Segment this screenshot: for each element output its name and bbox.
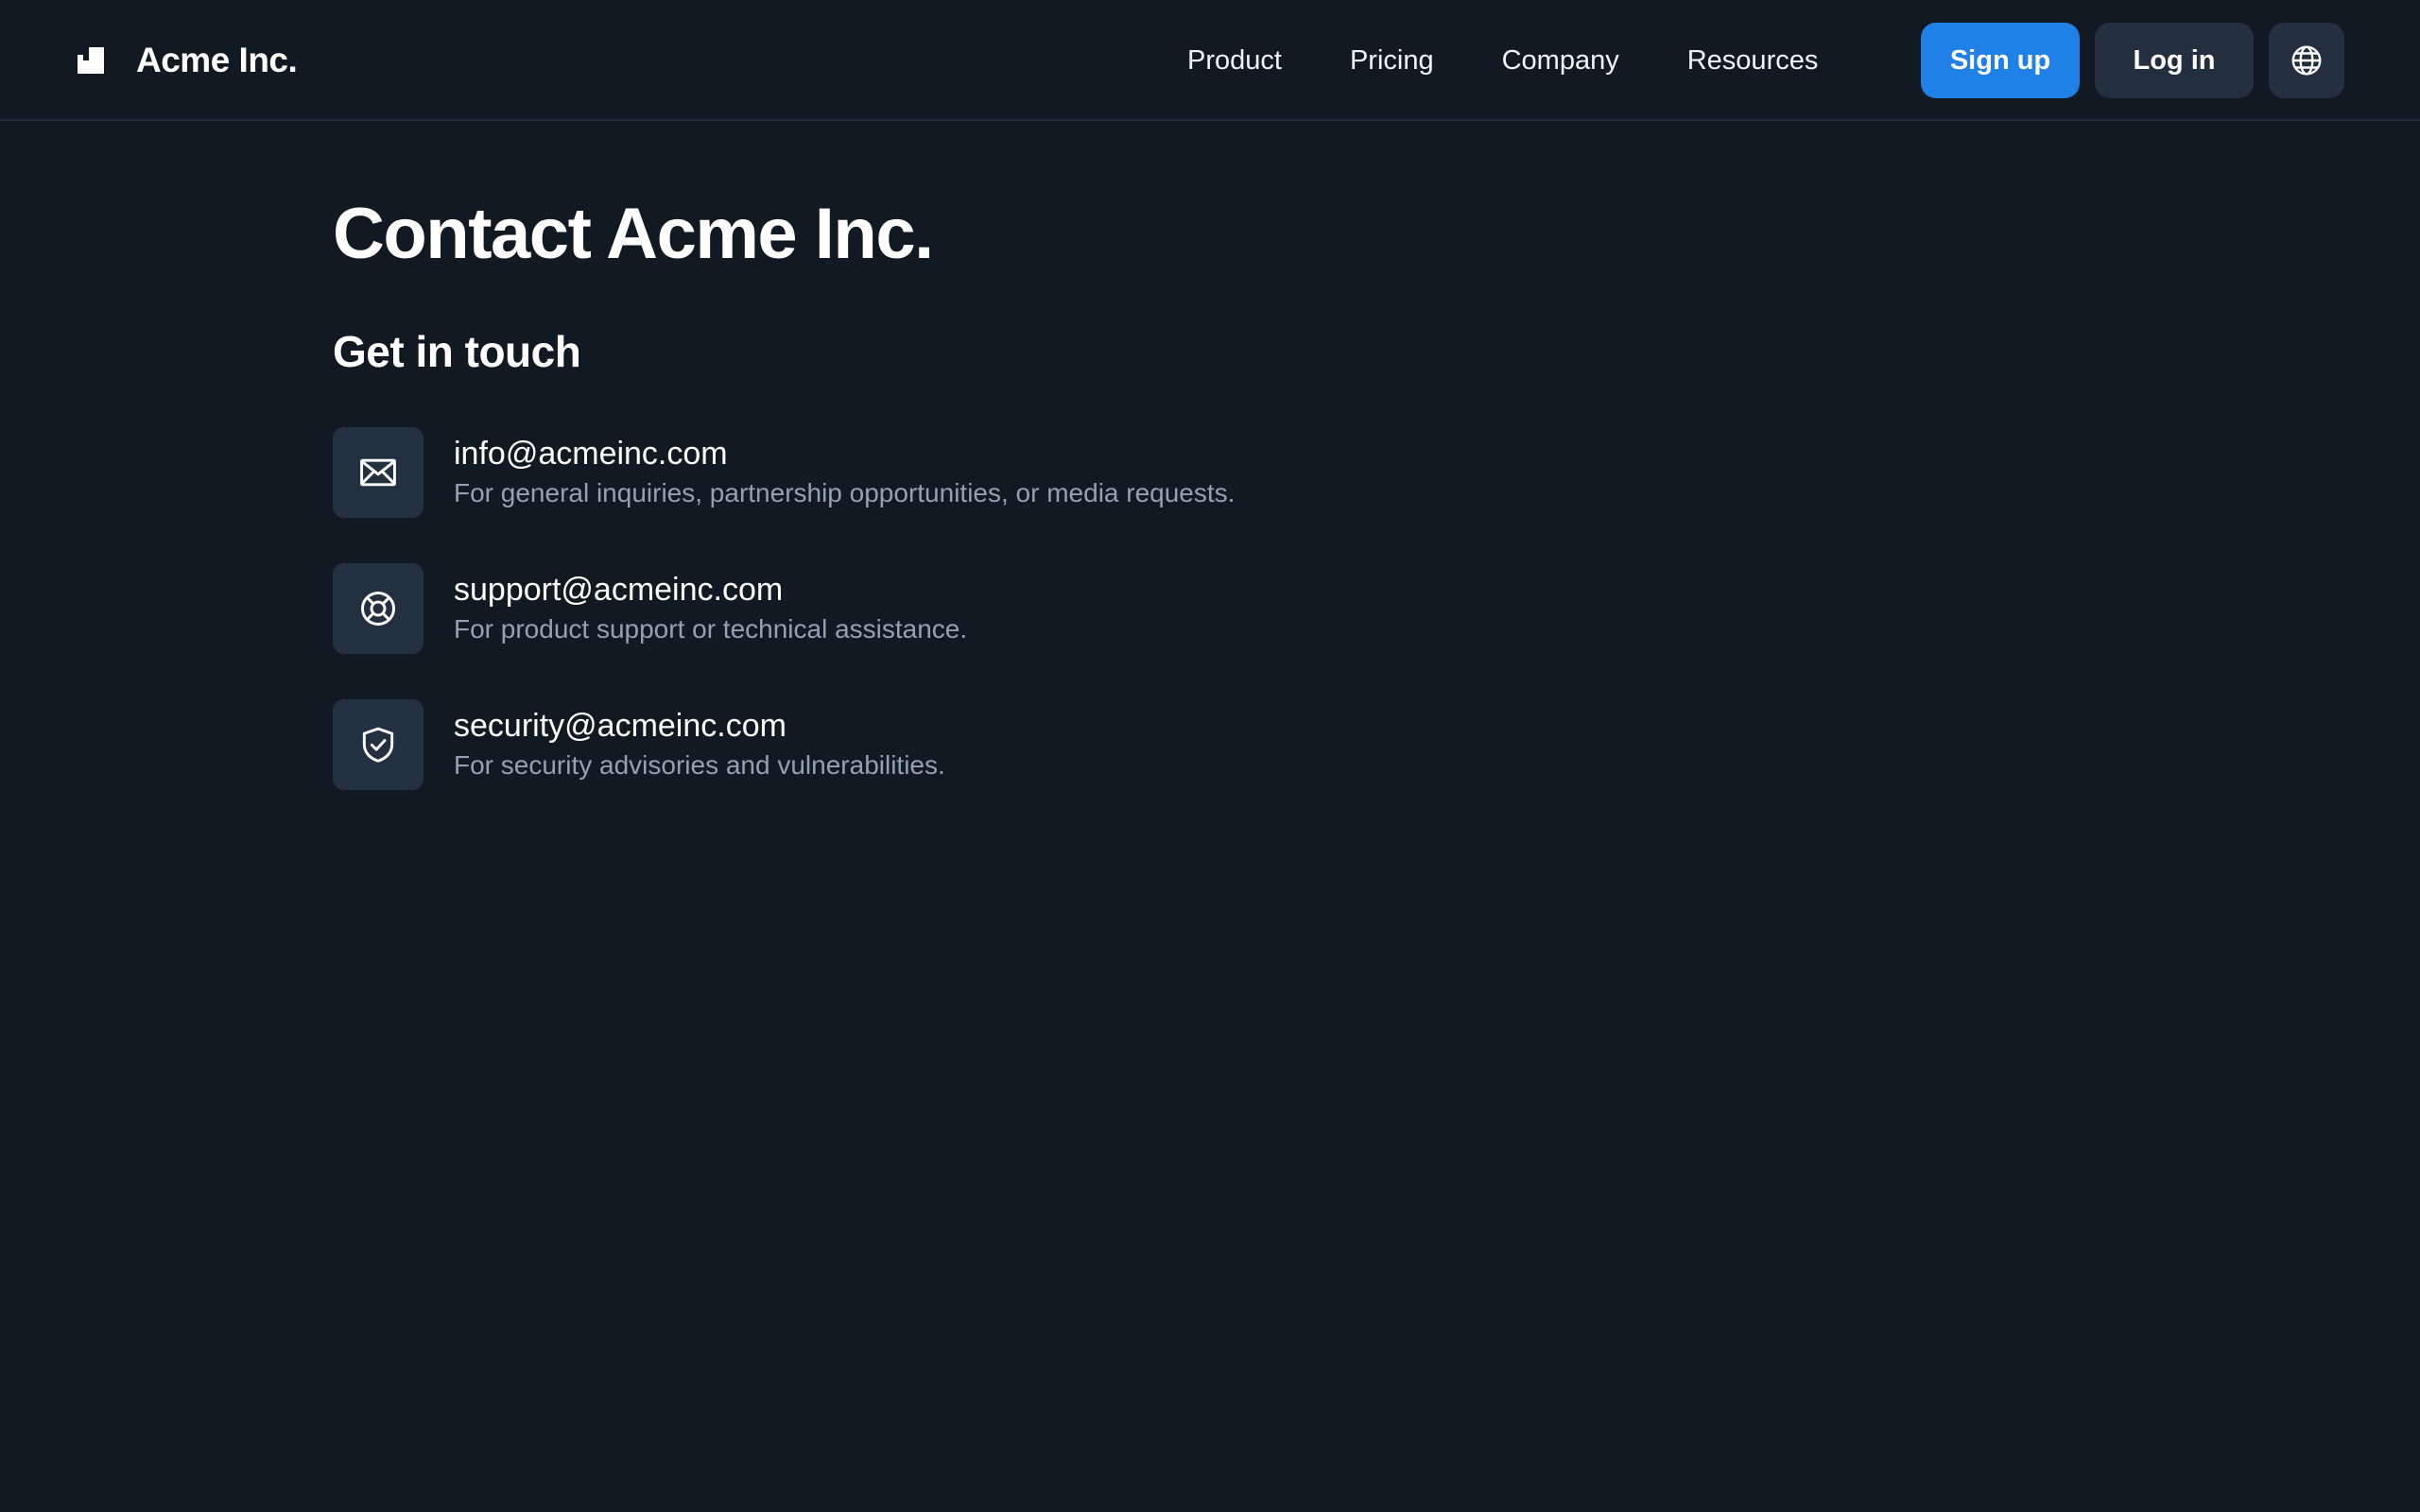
mail-icon bbox=[360, 458, 396, 487]
globe-icon bbox=[2291, 45, 2322, 76]
shield-check-icon bbox=[362, 727, 394, 763]
contact-item-support: support@acmeinc.com For product support … bbox=[333, 563, 2034, 654]
brand-logo[interactable]: Acme Inc. bbox=[78, 40, 298, 81]
contact-page: Contact Acme Inc. Get in touch info@acme… bbox=[333, 189, 2034, 835]
nav-company[interactable]: Company bbox=[1502, 38, 1619, 83]
brand-name: Acme Inc. bbox=[136, 41, 298, 79]
contact-description: For security advisories and vulnerabilit… bbox=[454, 750, 945, 780]
contact-description: For product support or technical assista… bbox=[454, 614, 968, 644]
contact-item-security: security@acmeinc.com For security adviso… bbox=[333, 699, 2034, 790]
nav-resources[interactable]: Resources bbox=[1687, 38, 1819, 83]
contact-email-link[interactable]: support@acmeinc.com bbox=[454, 570, 967, 610]
contact-text: security@acmeinc.com For security adviso… bbox=[454, 706, 945, 783]
lifebuoy-icon bbox=[361, 592, 395, 626]
contact-item-info: info@acmeinc.com For general inquiries, … bbox=[333, 427, 2034, 518]
contact-icon-tile bbox=[333, 427, 424, 518]
site-header: Acme Inc. Product Pricing Company Resour… bbox=[0, 0, 2420, 121]
contact-icon-tile bbox=[333, 563, 424, 654]
contact-icon-tile bbox=[333, 699, 424, 790]
nav-pricing[interactable]: Pricing bbox=[1350, 38, 1434, 83]
section-title: Get in touch bbox=[333, 327, 581, 376]
sign-up-button[interactable]: Sign up bbox=[1921, 23, 2080, 98]
language-button[interactable] bbox=[2269, 23, 2344, 98]
contact-email-link[interactable]: security@acmeinc.com bbox=[454, 706, 945, 746]
contact-text: support@acmeinc.com For product support … bbox=[454, 570, 967, 647]
log-in-button[interactable]: Log in bbox=[2095, 23, 2254, 98]
acme-logo-icon bbox=[78, 47, 104, 74]
contact-description: For general inquiries, partnership oppor… bbox=[454, 478, 1236, 507]
page-title: Contact Acme Inc. bbox=[333, 194, 934, 274]
contact-text: info@acmeinc.com For general inquiries, … bbox=[454, 434, 1235, 511]
main-nav: Product Pricing Company Resources bbox=[1187, 38, 1818, 83]
contact-list: info@acmeinc.com For general inquiries, … bbox=[333, 427, 2034, 790]
nav-product[interactable]: Product bbox=[1187, 38, 1282, 83]
contact-email-link[interactable]: info@acmeinc.com bbox=[454, 434, 1235, 473]
